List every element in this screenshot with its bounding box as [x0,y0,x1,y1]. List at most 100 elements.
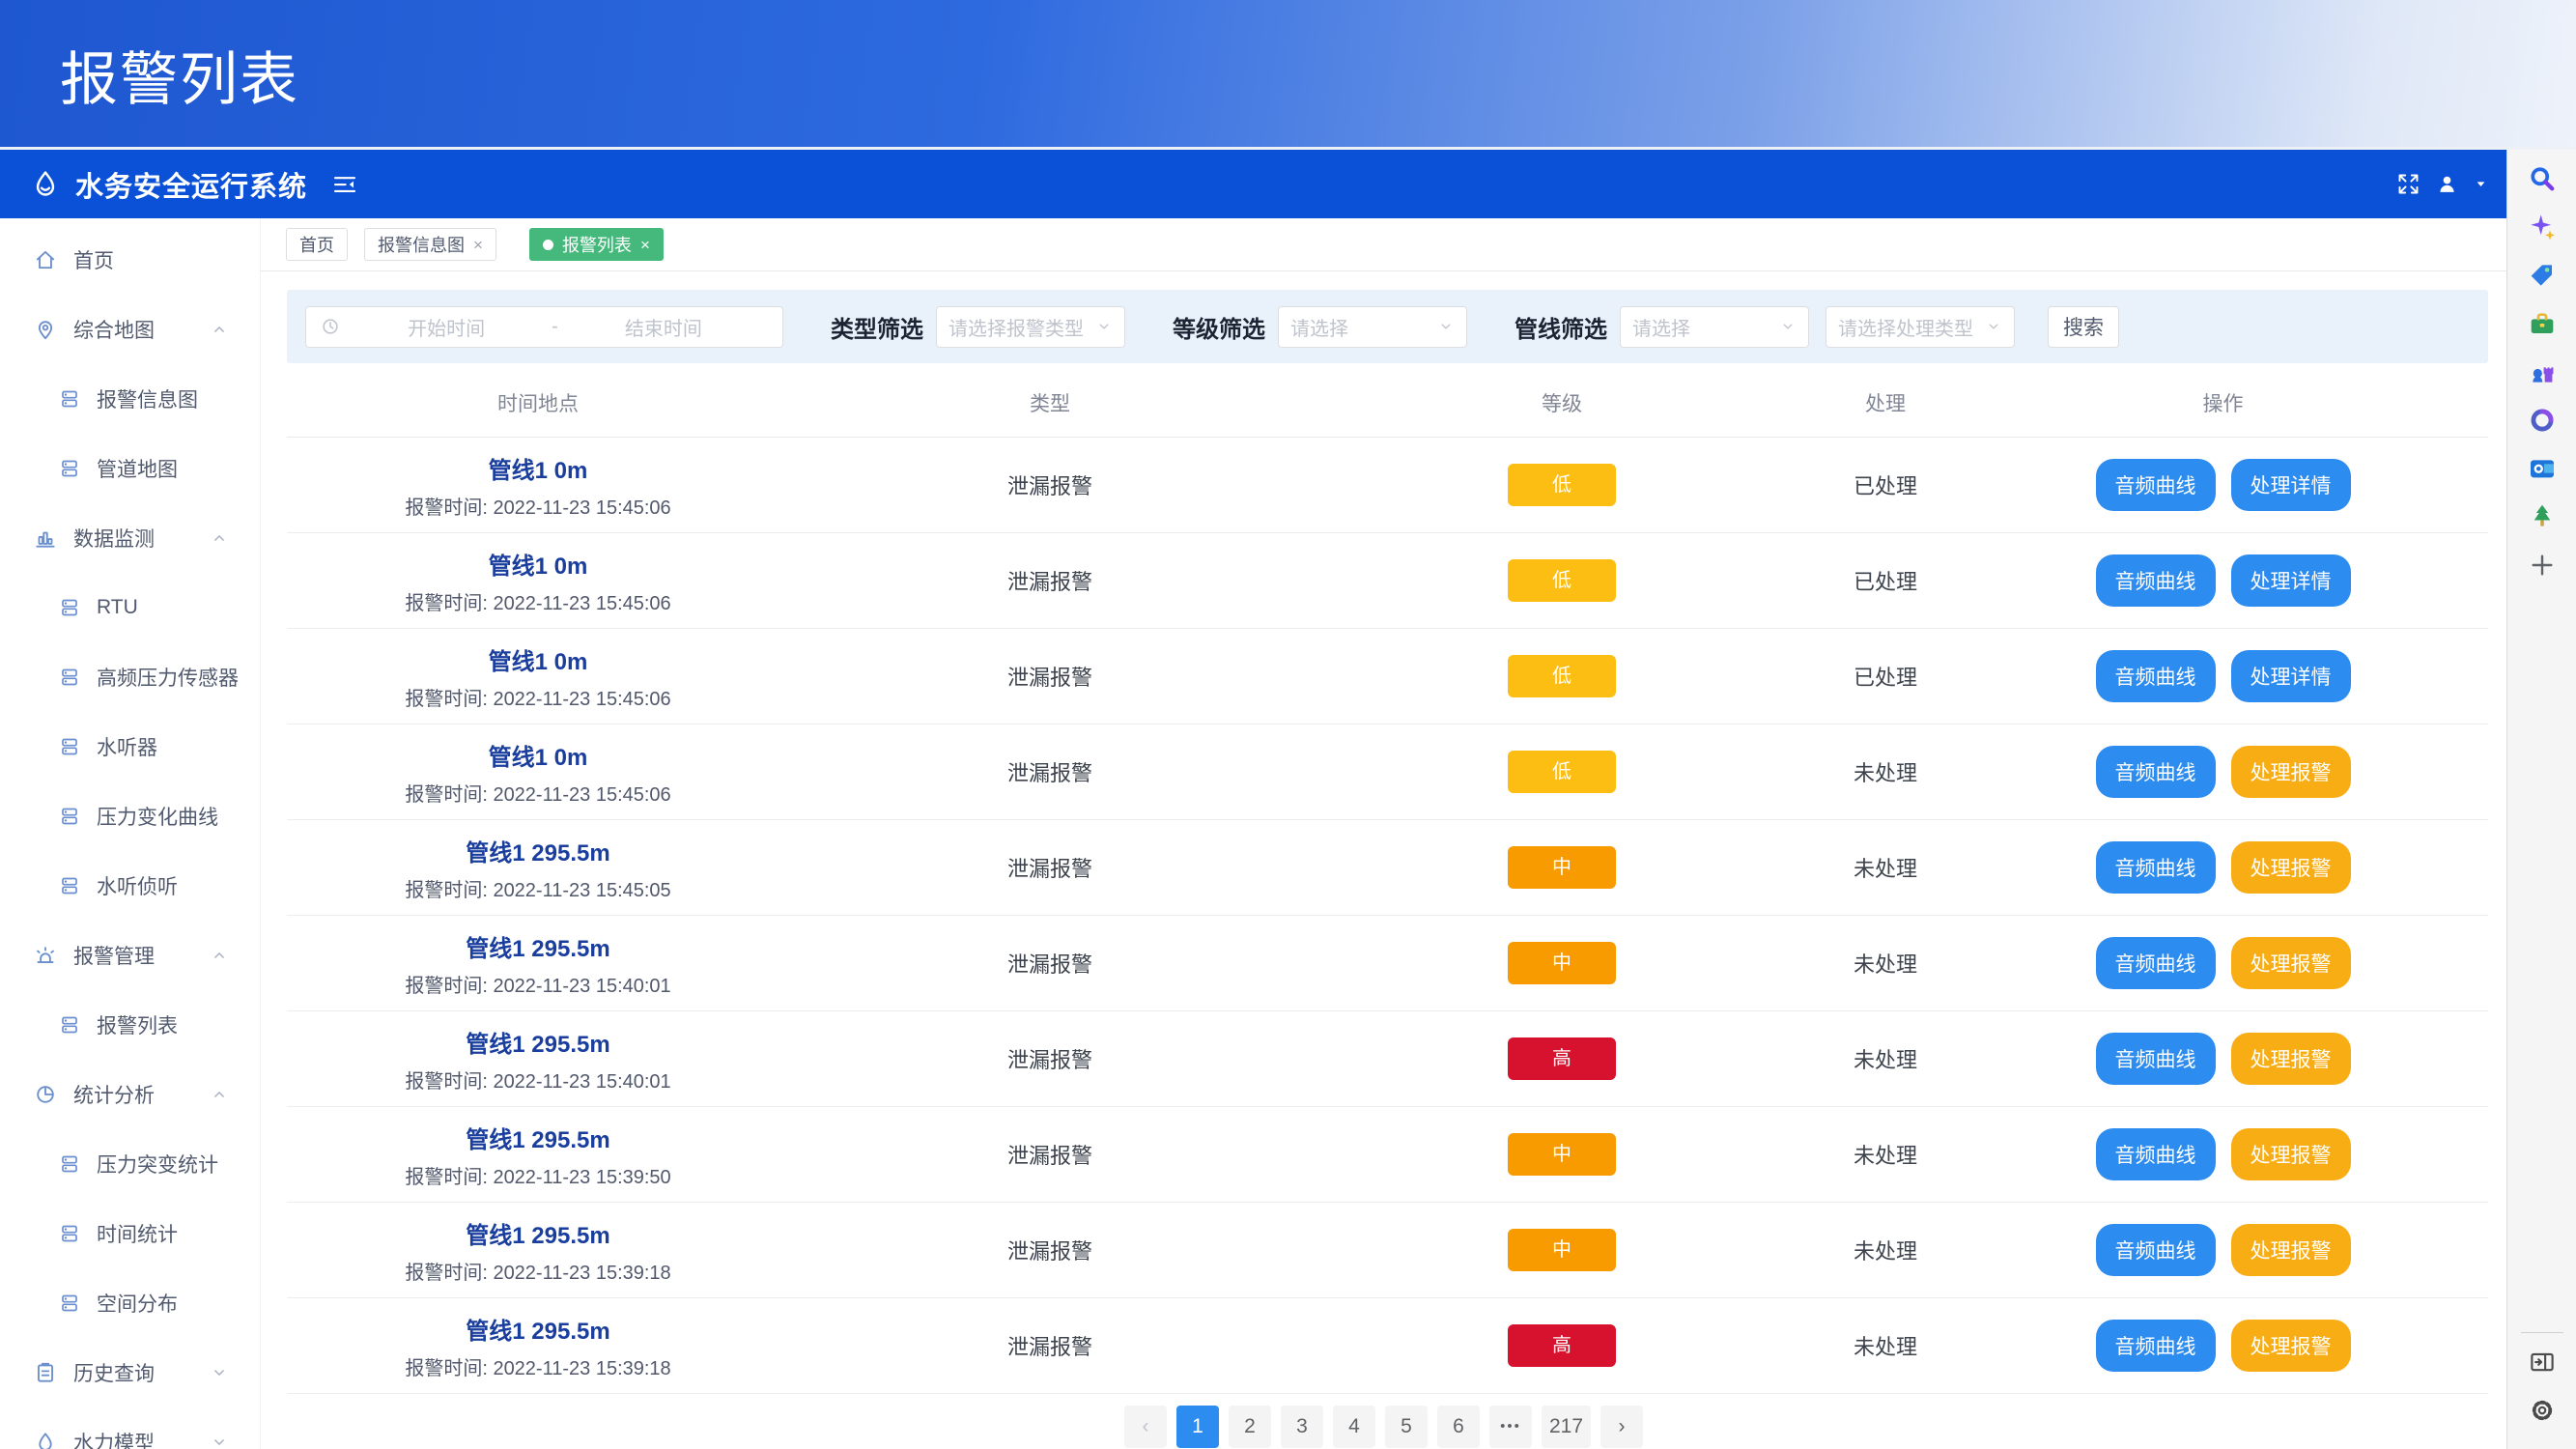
handle-alarm-button[interactable]: 处理报警 [2231,937,2351,989]
m365-icon[interactable] [2525,403,2560,438]
server-icon [58,1222,81,1245]
shopping-tag-icon[interactable] [2525,258,2560,293]
actions-cell: 音频曲线处理报警 [1958,841,2488,894]
table-row: 管线1 295.5m 报警时间: 2022-11-23 15:40:01 泄漏报… [287,1011,2488,1107]
sidebar-item-11[interactable]: 报警列表 [0,990,260,1060]
next-page-button[interactable]: › [1600,1406,1643,1448]
sidebar-item-1[interactable]: 综合地图 [0,295,260,364]
handle-status: 已处理 [1813,469,1958,500]
copilot-icon[interactable] [2525,210,2560,244]
audio-curve-button[interactable]: 音频曲线 [2096,554,2216,607]
page-button-2[interactable]: 2 [1229,1406,1271,1448]
sidebar-item-13[interactable]: 压力突变统计 [0,1129,260,1199]
alarm-type-select[interactable]: 请选择报警类型 [936,306,1125,348]
sidebar-item-10[interactable]: 报警管理 [0,921,260,990]
page-button-1[interactable]: 1 [1176,1406,1219,1448]
page-button-3[interactable]: 3 [1281,1406,1323,1448]
audio-curve-button[interactable]: 音频曲线 [2096,746,2216,798]
handle-alarm-button[interactable]: 处理报警 [2231,841,2351,894]
edge-search-icon[interactable] [2525,161,2560,196]
sidebar-item-7[interactable]: 水听器 [0,712,260,781]
handle-alarm-button[interactable]: 处理报警 [2231,1033,2351,1085]
page-button-4[interactable]: 4 [1333,1406,1375,1448]
page-button-217[interactable]: 217 [1542,1406,1591,1448]
handle-alarm-button[interactable]: 处理报警 [2231,1128,2351,1180]
tab-1[interactable]: 报警信息图× [364,228,496,261]
handle-detail-button[interactable]: 处理详情 [2231,650,2351,702]
app-title: 水务安全运行系统 [75,164,307,205]
sidebar-item-5[interactable]: RTU [0,573,260,642]
pipeline-filter-label: 管线筛选 [1514,310,1607,344]
alarm-time: 报警时间: 2022-11-23 15:45:06 [287,587,789,615]
chevron-down-icon [1779,318,1797,335]
end-time-placeholder: 结束时间 [558,313,769,341]
handle-status: 未处理 [1813,1043,1958,1074]
chevron-down-icon [1985,318,2002,335]
page-button-6[interactable]: 6 [1437,1406,1480,1448]
sidebar-panel-icon[interactable] [2525,1345,2560,1379]
date-range-input[interactable]: 开始时间 - 结束时间 [305,306,783,348]
outlook-icon[interactable] [2525,451,2560,486]
page-button-5[interactable]: 5 [1385,1406,1428,1448]
sidebar-item-4[interactable]: 数据监测 [0,503,260,573]
tab-0[interactable]: 首页 [286,228,348,261]
fullscreen-icon[interactable] [2395,171,2421,197]
sidebar-item-16[interactable]: 历史查询 [0,1338,260,1407]
sidebar-item-0[interactable]: 首页 [0,225,260,295]
tree-game-icon[interactable] [2525,499,2560,534]
audio-curve-button[interactable]: 音频曲线 [2096,459,2216,511]
audio-curve-button[interactable]: 音频曲线 [2096,1128,2216,1180]
droplet-icon [33,1430,58,1449]
handle-alarm-button[interactable]: 处理报警 [2231,1224,2351,1276]
alarm-time: 报警时间: 2022-11-23 15:45:06 [287,492,789,520]
sidebar-item-15[interactable]: 空间分布 [0,1268,260,1338]
audio-curve-button[interactable]: 音频曲线 [2096,937,2216,989]
close-tab-icon[interactable]: × [640,237,650,253]
sidebar-item-6[interactable]: 高频压力传感器 [0,642,260,712]
level-cell: 中 [1311,1133,1813,1176]
type-filter-label: 类型筛选 [831,310,923,344]
table-row: 管线1 295.5m 报警时间: 2022-11-23 15:39:50 泄漏报… [287,1107,2488,1203]
level-cell: 低 [1311,464,1813,506]
handle-detail-button[interactable]: 处理详情 [2231,554,2351,607]
audio-curve-button[interactable]: 音频曲线 [2096,1033,2216,1085]
sidebar-item-17[interactable]: 水力模型 [0,1407,260,1449]
audio-curve-button[interactable]: 音频曲线 [2096,650,2216,702]
user-caret-down-icon[interactable] [2473,176,2489,192]
audio-curve-button[interactable]: 音频曲线 [2096,1320,2216,1372]
tab-2[interactable]: 报警列表× [529,228,664,261]
sidebar-item-12[interactable]: 统计分析 [0,1060,260,1129]
sidebar-item-2[interactable]: 报警信息图 [0,364,260,434]
sidebar-item-label: RTU [97,596,138,619]
table-row: 管线1 295.5m 报警时间: 2022-11-23 15:45:05 泄漏报… [287,820,2488,916]
audio-curve-button[interactable]: 音频曲线 [2096,1224,2216,1276]
sidebar-item-8[interactable]: 压力变化曲线 [0,781,260,851]
search-button[interactable]: 搜索 [2048,306,2119,348]
level-select[interactable]: 请选择 [1278,306,1467,348]
prev-page-button[interactable]: ‹ [1124,1406,1167,1448]
table-row: 管线1 0m 报警时间: 2022-11-23 15:45:06 泄漏报警 低 … [287,629,2488,724]
settings-gear-icon[interactable] [2525,1393,2560,1428]
handle-status: 未处理 [1813,948,1958,979]
alarm-type-placeholder: 请选择报警类型 [948,313,1084,341]
audio-curve-button[interactable]: 音频曲线 [2096,841,2216,894]
add-icon[interactable] [2525,548,2560,582]
sidebar-item-14[interactable]: 时间统计 [0,1199,260,1268]
user-icon[interactable] [2435,172,2459,196]
games-icon[interactable] [2525,355,2560,389]
pipeline-select[interactable]: 请选择 [1620,306,1809,348]
handle-status: 未处理 [1813,756,1958,787]
toolbox-icon[interactable] [2525,306,2560,341]
page-ellipsis[interactable]: ••• [1489,1406,1532,1448]
pipeline-location: 管线1 0m [287,547,789,581]
time-location-cell: 管线1 0m 报警时间: 2022-11-23 15:45:06 [287,451,789,520]
close-tab-icon[interactable]: × [473,237,483,253]
handle-detail-button[interactable]: 处理详情 [2231,459,2351,511]
sidebar-item-9[interactable]: 水听侦听 [0,851,260,921]
handle-type-select[interactable]: 请选择处理类型 [1826,306,2015,348]
handle-alarm-button[interactable]: 处理报警 [2231,1320,2351,1372]
sidebar-item-3[interactable]: 管道地图 [0,434,260,503]
alarm-time: 报警时间: 2022-11-23 15:45:06 [287,779,789,807]
menu-fold-icon[interactable] [330,170,359,199]
handle-alarm-button[interactable]: 处理报警 [2231,746,2351,798]
